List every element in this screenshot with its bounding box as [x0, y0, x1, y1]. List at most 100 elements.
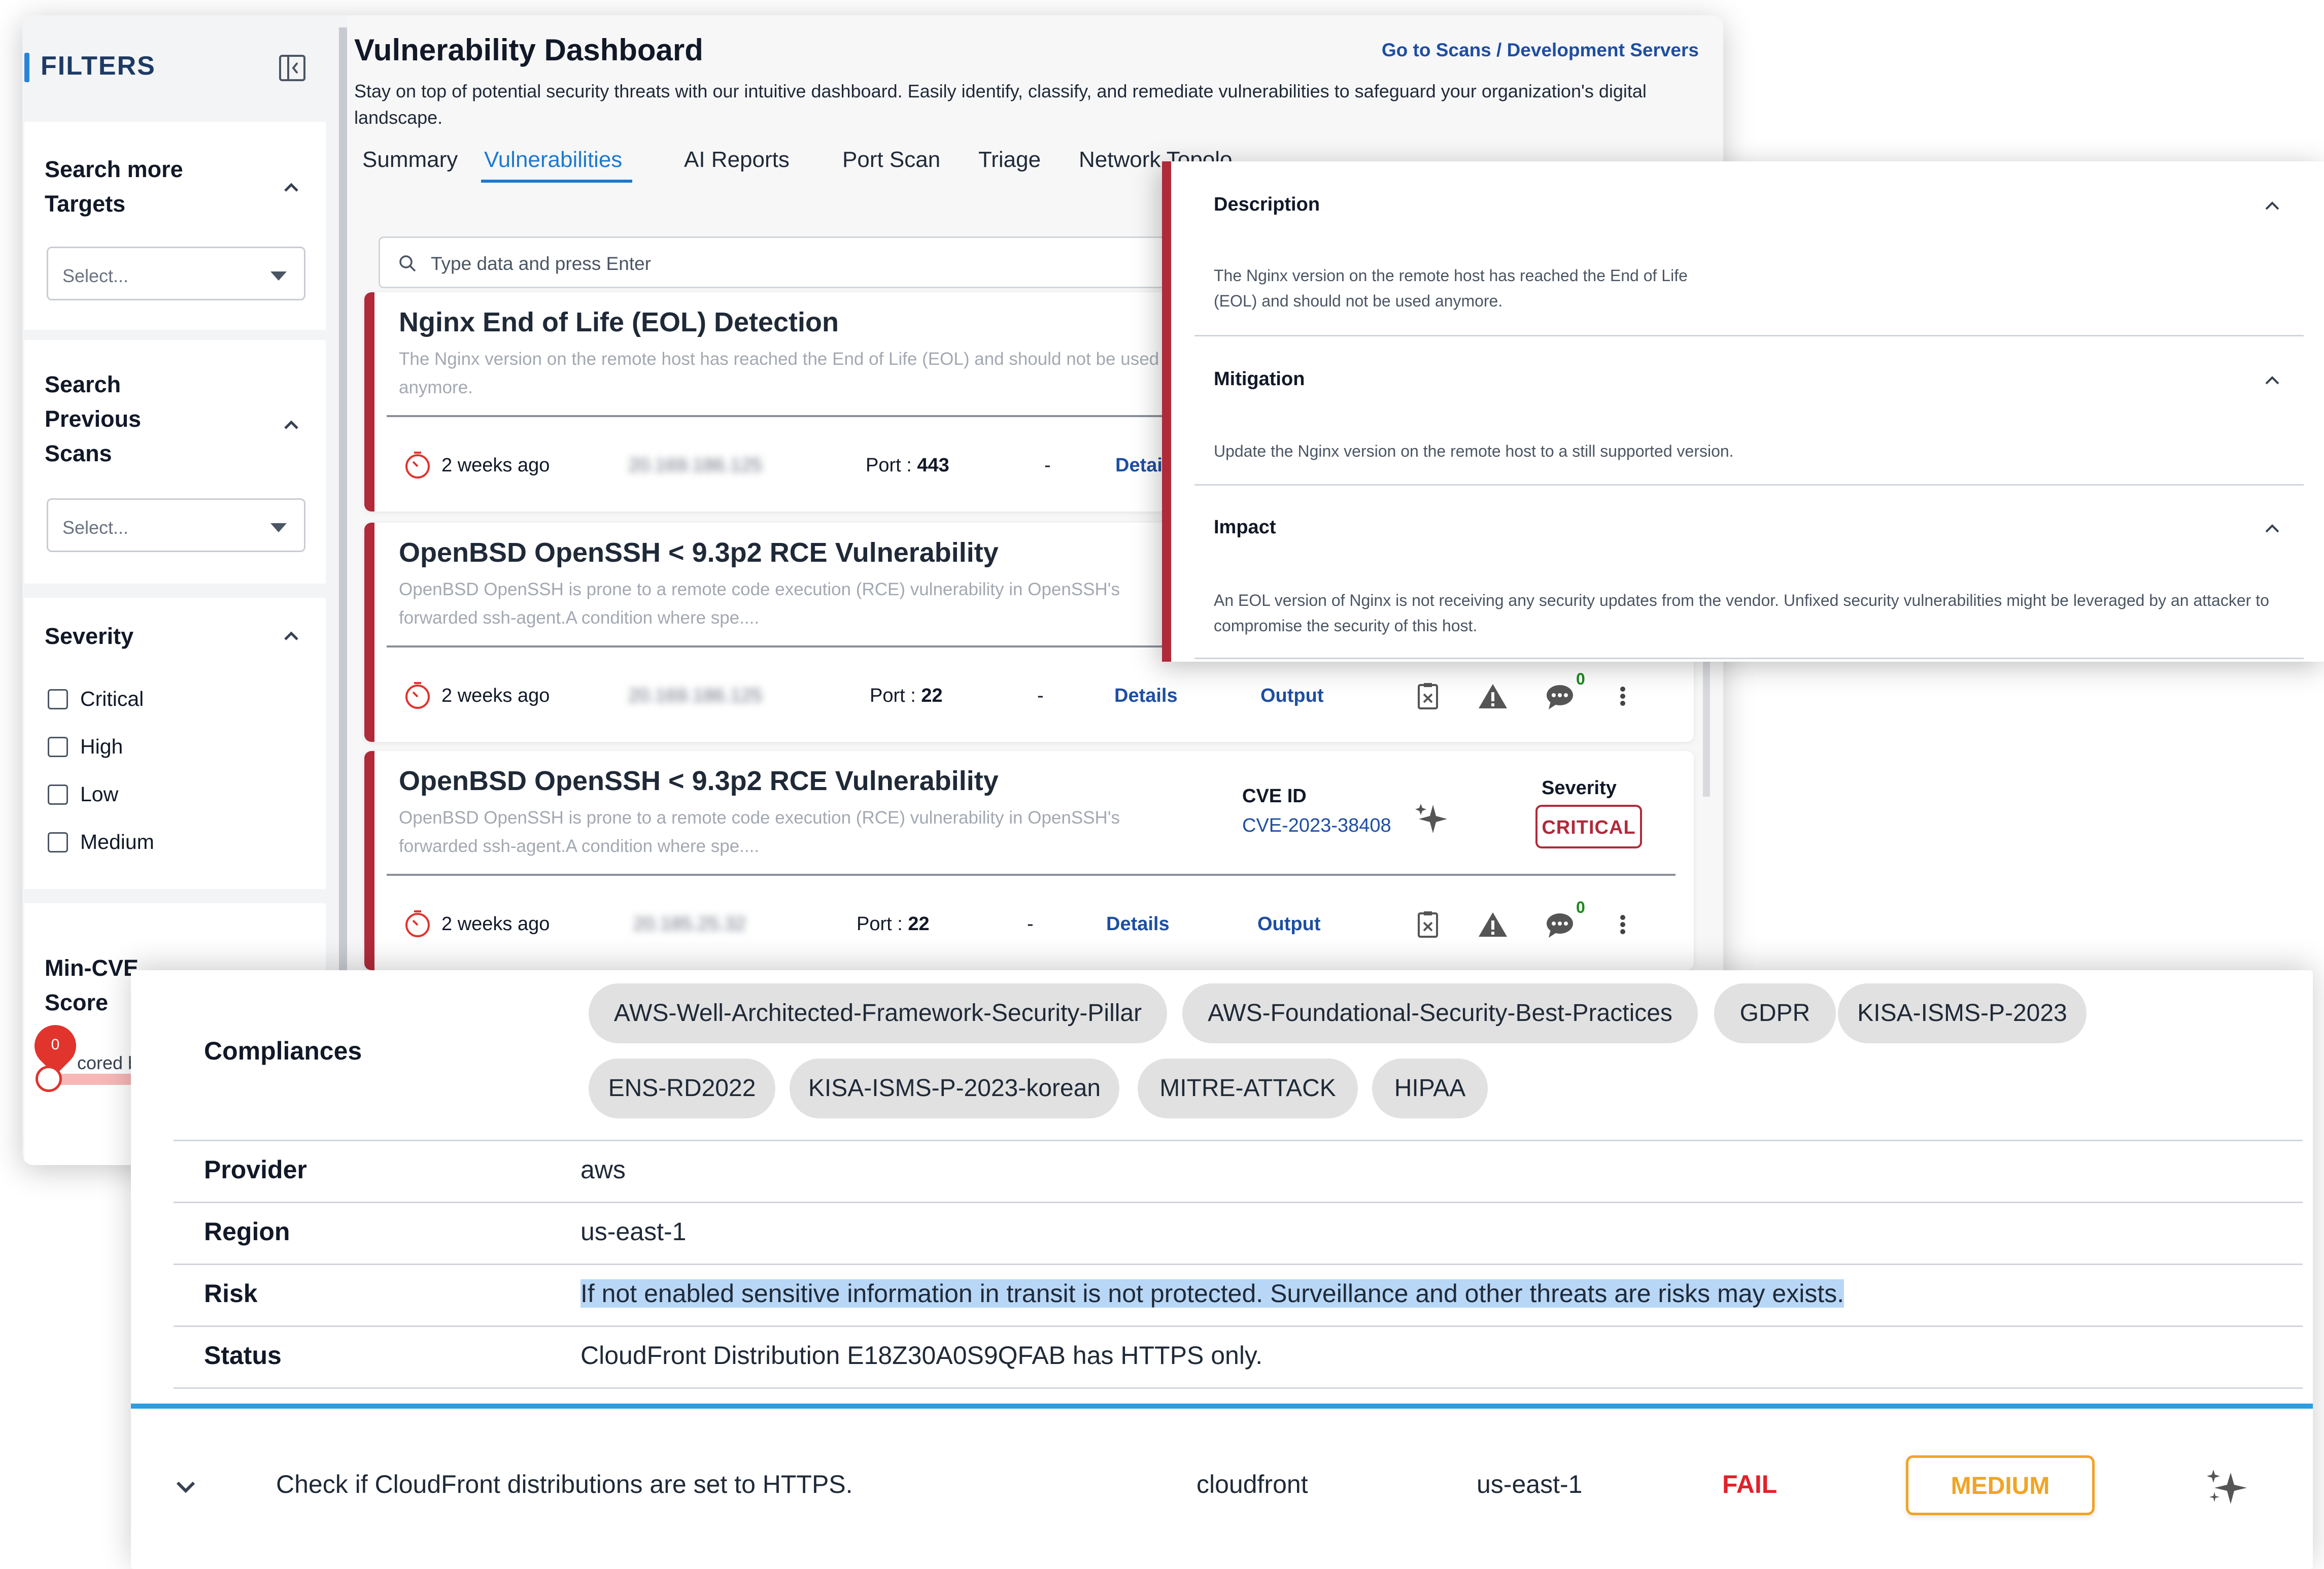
comment-count: 0 — [1576, 670, 1585, 688]
row-divider — [174, 1387, 2303, 1389]
port-label: Port : — [866, 455, 912, 476]
collapse-panel-icon[interactable] — [278, 54, 306, 82]
port-info: Port : 22 — [870, 685, 943, 707]
filter-card-targets: Search more Targets Select... — [24, 122, 326, 330]
compliance-chip[interactable]: GDPR — [1714, 983, 1836, 1043]
scans-select[interactable]: Select... — [47, 498, 305, 552]
compliance-chip[interactable]: KISA-ISMS-P-2023 — [1838, 983, 2087, 1043]
comment-count: 0 — [1576, 898, 1585, 916]
sparkles-icon[interactable] — [2202, 1465, 2253, 1508]
vulnerability-meta: 2 weeks ago 20.169.186.125 Port : 22 - D… — [364, 663, 1694, 729]
section-divider — [1194, 658, 2304, 659]
output-link[interactable]: Output — [1257, 913, 1321, 935]
comment-icon[interactable] — [1544, 908, 1576, 941]
host-ip: 20.169.186.125 — [628, 685, 763, 706]
breadcrumb-link[interactable]: Go to Scans / Development Servers — [1382, 40, 1699, 61]
severity-bar — [1162, 161, 1171, 662]
vulnerability-meta: 2 weeks ago 20.185.25.32 Port : 22 - Det… — [364, 891, 1694, 957]
severity-label: Severity — [1542, 777, 1617, 799]
compliance-chip[interactable]: MITRE-ATTACK — [1138, 1059, 1358, 1118]
page-subtitle: Stay on top of potential security threat… — [354, 81, 1647, 128]
detected-time: 2 weeks ago — [441, 913, 550, 935]
chevron-down-icon[interactable] — [172, 1473, 200, 1501]
chevron-up-icon[interactable] — [281, 178, 301, 198]
vulnerability-description: The Nginx version on the remote host has… — [399, 349, 1159, 397]
card-divider — [387, 874, 1676, 876]
separator: - — [1037, 685, 1044, 706]
vulnerability-detail-panel: Description The Nginx version on the rem… — [1162, 161, 2324, 662]
chevron-up-icon[interactable] — [2262, 196, 2282, 216]
compliance-chip[interactable]: AWS-Well-Architected-Framework-Security-… — [589, 983, 1167, 1043]
cve-id-link[interactable]: CVE-2023-38408 — [1242, 815, 1391, 837]
caret-down-icon — [270, 523, 287, 532]
port-label: Port : — [870, 685, 916, 706]
scans-select-placeholder: Select... — [62, 517, 129, 538]
mitigation-heading: Mitigation — [1214, 368, 1305, 390]
vulnerability-description: OpenBSD OpenSSH is prone to a remote cod… — [399, 579, 1120, 628]
clipboard-x-icon[interactable] — [1412, 908, 1444, 941]
clock-icon — [405, 910, 430, 937]
tab-summary[interactable]: Summary — [362, 147, 458, 173]
clock-icon — [405, 682, 430, 709]
compliance-chip[interactable]: KISA-ISMS-P-2023-korean — [790, 1059, 1119, 1118]
more-vertical-icon[interactable] — [1613, 680, 1633, 712]
comment-icon[interactable] — [1544, 680, 1576, 712]
filter-card-severity: Severity Critical High Low Medium — [24, 598, 326, 889]
region-label: Region — [204, 1217, 290, 1246]
compliances-label: Compliances — [204, 1037, 362, 1065]
details-link[interactable]: Details — [1114, 685, 1178, 707]
vulnerability-title: OpenBSD OpenSSH < 9.3p2 RCE Vulnerabilit… — [399, 766, 999, 796]
port-info: Port : 443 — [866, 455, 949, 476]
port-value: 22 — [908, 913, 930, 935]
vulnerability-card[interactable]: OpenBSD OpenSSH < 9.3p2 RCE Vulnerabilit… — [364, 751, 1694, 970]
checkbox-label: High — [80, 735, 123, 758]
port-info: Port : 22 — [857, 913, 930, 935]
chevron-up-icon[interactable] — [2262, 370, 2282, 391]
compliance-chip[interactable]: HIPAA — [1372, 1059, 1488, 1118]
checkbox[interactable] — [48, 737, 68, 757]
clipboard-x-icon[interactable] — [1412, 680, 1444, 712]
detected-time: 2 weeks ago — [441, 455, 550, 476]
compliance-chip[interactable]: AWS-Foundational-Security-Best-Practices — [1182, 983, 1698, 1043]
separator: - — [1044, 455, 1051, 476]
checkbox[interactable] — [48, 784, 68, 805]
check-severity-text: MEDIUM — [1951, 1473, 2050, 1499]
description-heading: Description — [1214, 194, 1320, 215]
tab-vulnerabilities[interactable]: Vulnerabilities — [484, 147, 622, 173]
chevron-up-icon[interactable] — [2262, 519, 2282, 539]
cve-id-label: CVE ID — [1242, 786, 1307, 807]
severity-badge-text: CRITICAL — [1542, 817, 1636, 838]
check-title[interactable]: Check if CloudFront distributions are se… — [276, 1470, 853, 1499]
checkbox[interactable] — [48, 689, 68, 709]
targets-select[interactable]: Select... — [47, 247, 305, 300]
row-divider — [174, 1202, 2303, 1203]
search-placeholder: Type data and press Enter — [431, 253, 651, 274]
warning-icon[interactable] — [1477, 908, 1509, 941]
impact-text: An EOL version of Nginx is not receiving… — [1214, 591, 2269, 635]
sparkles-icon[interactable] — [1413, 800, 1451, 838]
page-title: Vulnerability Dashboard — [354, 33, 703, 67]
min-cve-slider-handle[interactable] — [36, 1066, 62, 1092]
targets-select-placeholder: Select... — [62, 265, 129, 286]
vulnerability-description: OpenBSD OpenSSH is prone to a remote cod… — [399, 808, 1120, 856]
details-link[interactable]: Details — [1106, 913, 1170, 935]
checkbox[interactable] — [48, 832, 68, 852]
vulnerability-title: Nginx End of Life (EOL) Detection — [399, 307, 839, 337]
detected-time: 2 weeks ago — [441, 685, 550, 706]
tab-triage[interactable]: Triage — [978, 147, 1041, 173]
more-vertical-icon[interactable] — [1613, 908, 1633, 941]
port-value: 22 — [921, 685, 943, 706]
filters-accent — [24, 53, 29, 82]
tab-ai-reports[interactable]: AI Reports — [684, 147, 790, 173]
tab-port-scan[interactable]: Port Scan — [842, 147, 940, 173]
chevron-up-icon[interactable] — [281, 415, 301, 435]
search-icon — [399, 255, 416, 272]
row-divider — [174, 1140, 2303, 1141]
output-link[interactable]: Output — [1260, 685, 1324, 707]
compliance-chip[interactable]: ENS-RD2022 — [589, 1059, 775, 1118]
active-tab-indicator — [481, 180, 632, 183]
checkbox-label: Low — [80, 782, 119, 806]
warning-icon[interactable] — [1477, 680, 1509, 712]
chevron-up-icon[interactable] — [281, 626, 301, 646]
port-label: Port : — [857, 913, 903, 935]
